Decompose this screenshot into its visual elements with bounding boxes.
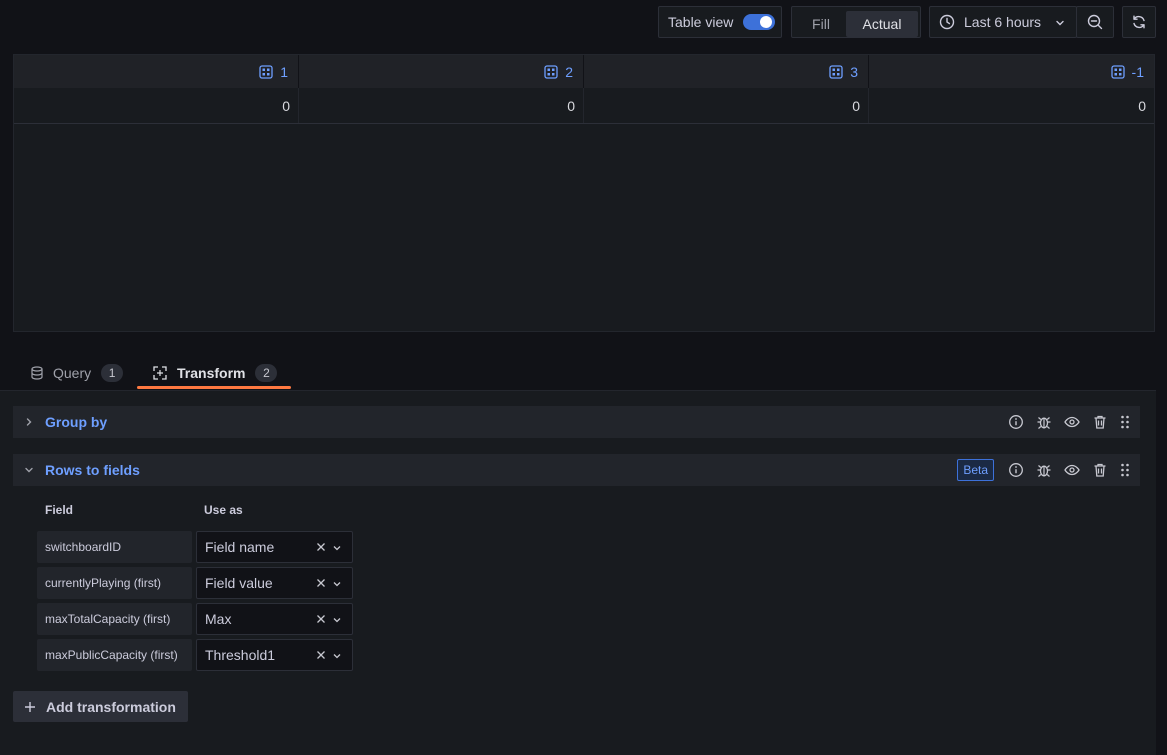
time-range-picker[interactable]: Last 6 hours [929, 6, 1077, 38]
column-header[interactable]: -1 [869, 55, 1154, 88]
chevron-down-icon[interactable] [332, 651, 342, 661]
use-as-value: Field value [205, 575, 273, 591]
beta-badge: Beta [957, 459, 994, 481]
active-tab-underline [137, 386, 291, 389]
column-header[interactable]: 3 [584, 55, 869, 88]
transform-icon [153, 366, 167, 380]
column-header[interactable]: 1 [14, 55, 299, 88]
chevron-down-icon[interactable] [332, 615, 342, 625]
use-as-value: Field name [205, 539, 275, 555]
use-as-value: Max [205, 611, 232, 627]
transformation-title[interactable]: Rows to fields [45, 462, 140, 478]
use-as-select[interactable]: Threshold1 [196, 639, 353, 671]
actual-button[interactable]: Actual [846, 11, 918, 37]
add-transformation-button[interactable]: Add transformation [13, 691, 188, 722]
use-as-select[interactable]: Max [196, 603, 353, 635]
use-as-select[interactable]: Field name [196, 531, 353, 563]
table-cell: 0 [299, 88, 584, 123]
field-name-cell: maxPublicCapacity (first) [37, 639, 192, 671]
chevron-down-icon[interactable] [23, 464, 35, 476]
tab-query-label: Query [53, 365, 92, 381]
table-header: 1 2 3 -1 [14, 55, 1154, 88]
time-range-label: Last 6 hours [964, 14, 1042, 30]
database-icon [30, 366, 44, 380]
zoom-out-icon [1087, 14, 1103, 30]
info-icon[interactable] [1008, 414, 1024, 430]
chevron-down-icon[interactable] [332, 543, 342, 553]
tab-query[interactable]: Query 1 [30, 356, 124, 390]
transformation-actions [996, 406, 1130, 438]
column-header[interactable]: 2 [299, 55, 584, 88]
table-view-toggle[interactable] [743, 14, 776, 30]
field-name-cell: maxTotalCapacity (first) [37, 603, 192, 635]
zoom-out-button[interactable] [1076, 6, 1114, 38]
transformation-rows-to-fields[interactable]: Rows to fields Beta [13, 454, 1140, 486]
clear-icon[interactable] [316, 578, 326, 588]
use-as-column-header: Use as [204, 503, 243, 517]
plus-icon [24, 701, 36, 713]
trash-icon[interactable] [1092, 414, 1108, 430]
refresh-icon [1131, 14, 1147, 30]
tab-transform-label: Transform [177, 365, 246, 381]
trash-icon[interactable] [1092, 462, 1108, 478]
table-panel: 1 2 3 -1 0 0 0 0 [13, 54, 1155, 332]
clear-icon[interactable] [316, 614, 326, 624]
use-as-value: Threshold1 [205, 647, 276, 663]
fill-button[interactable]: Fill [796, 11, 846, 37]
transformation-title[interactable]: Group by [45, 414, 107, 430]
clear-icon[interactable] [316, 542, 326, 552]
refresh-button[interactable] [1122, 6, 1156, 38]
field-type-icon [1110, 64, 1125, 79]
debug-icon[interactable] [1036, 414, 1052, 430]
clock-icon [939, 14, 955, 30]
table-row: 0 0 0 0 [14, 88, 1154, 124]
drag-handle-icon[interactable] [1120, 414, 1130, 430]
tab-query-count: 1 [101, 364, 124, 382]
field-type-icon [259, 64, 273, 79]
tab-transform-count: 2 [255, 364, 278, 382]
drag-handle-icon[interactable] [1120, 462, 1130, 478]
field-type-icon [544, 64, 558, 79]
tab-transform[interactable]: Transform 2 [153, 356, 278, 390]
table-cell: 0 [1138, 97, 1146, 114]
field-name-cell: switchboardID [37, 531, 192, 563]
eye-icon[interactable] [1064, 414, 1080, 430]
chevron-down-icon [1054, 17, 1066, 29]
chevron-down-icon[interactable] [332, 579, 342, 589]
table-view-switch[interactable]: Table view [658, 6, 782, 38]
fill-actual-segmented: Fill Actual [791, 6, 921, 38]
table-cell: 0 [14, 88, 299, 123]
field-type-icon [829, 64, 843, 79]
table-cell: 0 [584, 88, 869, 123]
clear-icon[interactable] [316, 650, 326, 660]
field-column-header: Field [45, 503, 74, 517]
field-name-cell: currentlyPlaying (first) [37, 567, 192, 599]
add-transformation-label: Add transformation [46, 698, 176, 715]
chevron-right-icon[interactable] [23, 416, 35, 428]
info-icon[interactable] [1008, 462, 1024, 478]
table-view-label: Table view [668, 14, 734, 30]
eye-icon[interactable] [1064, 462, 1080, 478]
transformation-group-by[interactable]: Group by [13, 406, 1140, 438]
use-as-select[interactable]: Field value [196, 567, 353, 599]
debug-icon[interactable] [1036, 462, 1052, 478]
transformation-actions: Beta [957, 454, 1130, 486]
